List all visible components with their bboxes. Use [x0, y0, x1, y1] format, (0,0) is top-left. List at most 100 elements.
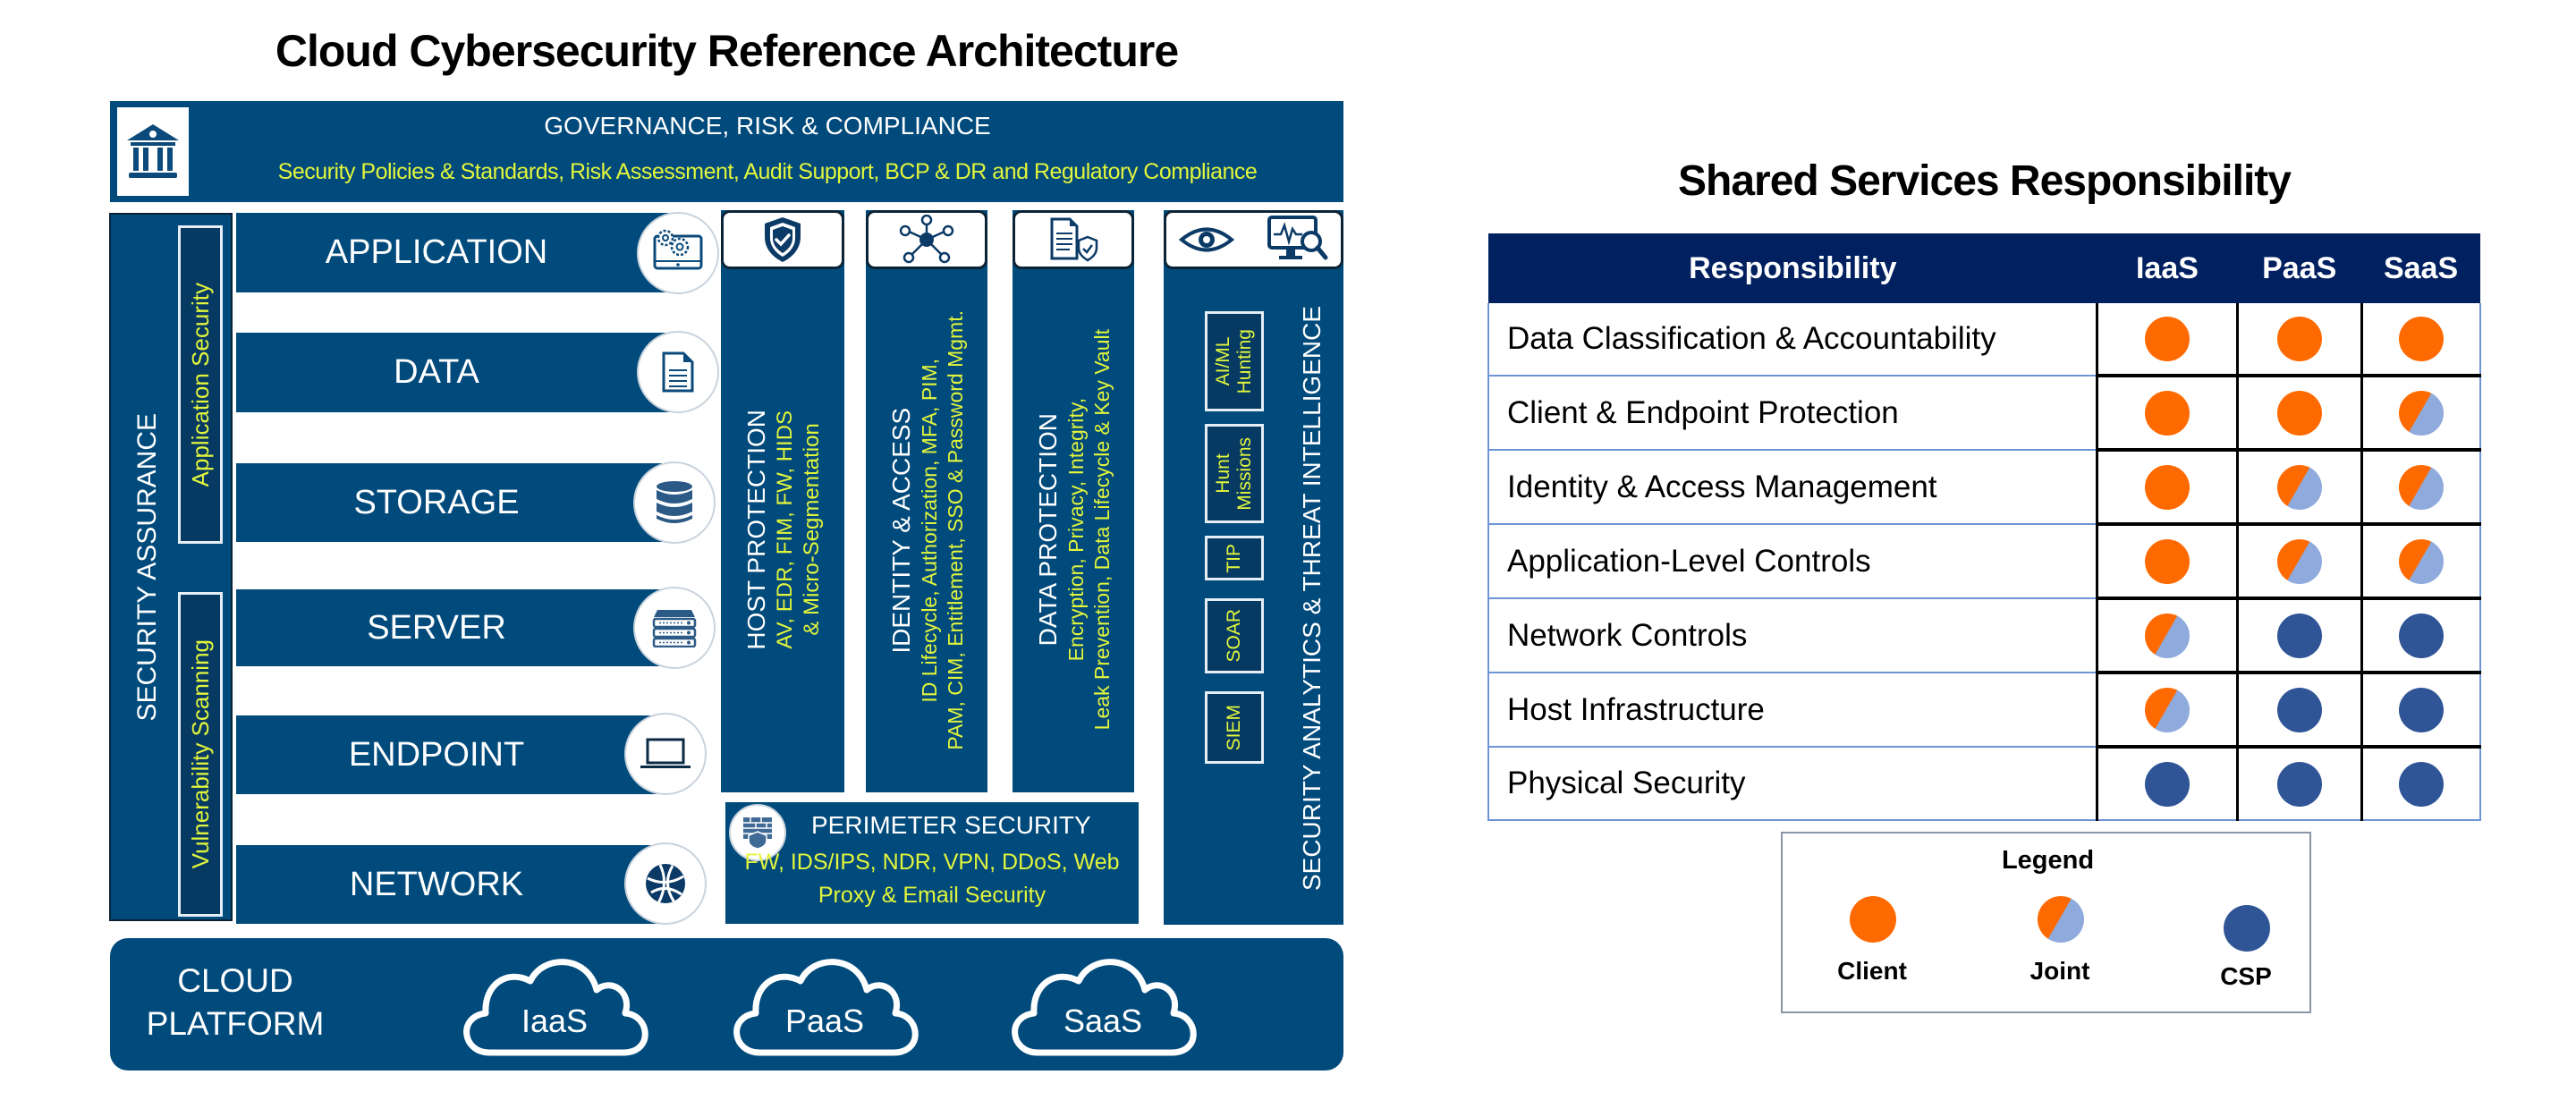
layer-icon-server	[633, 587, 716, 669]
identity-access-column: IDENTITY & ACCESS ID Lifecycle, Authoriz…	[866, 210, 987, 792]
application-security-box: Application Security	[178, 225, 223, 544]
table-row: Data Classification & Accountability	[1487, 303, 2481, 377]
responsibility-dot-joint	[2398, 538, 2444, 584]
monitor-search-icon	[1267, 216, 1327, 260]
table-row: Application-Level Controls	[1487, 524, 2481, 600]
responsibility-dot-csp	[2144, 761, 2190, 807]
layer-storage: STORAGE	[236, 463, 673, 542]
server-rack-icon	[652, 610, 697, 647]
analytics-item-line: AI/ML	[1212, 336, 1233, 386]
responsibility-dot-csp	[2276, 687, 2322, 732]
security-analytics-title: SECURITY ANALYTICS & THREAT INTELLIGENCE	[1298, 306, 1326, 892]
layer-icon-application	[637, 212, 719, 294]
responsibility-dot-joint	[2276, 464, 2322, 510]
layer-icon-data	[637, 331, 719, 413]
security-assurance-title: SECURITY ASSURANCE	[132, 412, 162, 722]
data-protection-title: DATA PROTECTION	[1033, 413, 1062, 647]
identity-access-icon-box	[866, 210, 987, 269]
laptop-icon	[640, 738, 691, 768]
responsibility-cell-saas	[2360, 376, 2481, 452]
header-iaas: IaaS	[2097, 233, 2238, 303]
host-protection-icon-box	[721, 210, 844, 269]
legend-dot-csp	[2224, 905, 2270, 952]
host-protection-line-2: & Micro-Segmentation	[799, 423, 824, 637]
analytics-item-line: TIP	[1224, 543, 1244, 573]
row-label: Network Controls	[1487, 598, 2097, 673]
responsibility-dot-client	[2398, 316, 2444, 361]
host-protection-line-1: AV, EDR, FIM, FW, HIDS	[772, 410, 797, 649]
document-shield-icon	[1050, 217, 1098, 262]
data-protection-line-1: Encryption, Privacy, Integrity,	[1063, 398, 1088, 662]
analytics-item-line: Hunt	[1212, 453, 1233, 494]
cloud-platform-title-line-2: PLATFORM	[146, 1005, 325, 1043]
responsibility-cell-saas	[2360, 747, 2481, 821]
firewall-icon	[743, 817, 772, 850]
legend-dot-client	[1850, 896, 1896, 943]
layer-application: APPLICATION	[236, 213, 673, 292]
responsibility-cell-iaas	[2096, 303, 2238, 377]
host-protection-column: HOST PROTECTION AV, EDR, FIM, FW, HIDS &…	[721, 210, 844, 792]
row-label: Physical Security	[1487, 747, 2097, 821]
perimeter-title: PERIMETER SECURITY	[811, 811, 1091, 839]
table-row: Client & Endpoint Protection	[1487, 376, 2481, 452]
responsibility-dot-joint	[2144, 613, 2190, 658]
header-saas: SaaS	[2361, 233, 2480, 303]
responsibility-cell-paas	[2235, 376, 2362, 452]
responsibility-cell-paas	[2235, 524, 2362, 600]
responsibility-dot-client	[2144, 538, 2190, 584]
table-row: Host Infrastructure	[1487, 673, 2481, 749]
responsibility-cell-iaas	[2096, 747, 2238, 821]
identity-access-line-2: PAM, CIM, Entitlement, SSO & Password Mg…	[943, 309, 967, 750]
layer-label: SERVER	[367, 608, 506, 647]
cloud-saas: SaaS	[1002, 951, 1204, 1062]
layer-label: ENDPOINT	[348, 735, 525, 774]
security-assurance-panel: SECURITY ASSURANCE Application Security …	[109, 213, 233, 921]
legend-dot-joint	[2038, 896, 2084, 943]
gears-monitor-icon	[653, 229, 703, 270]
application-security-label: Application Security	[186, 282, 214, 487]
host-protection-title: HOST PROTECTION	[741, 410, 770, 650]
responsibility-cell-paas	[2235, 450, 2362, 526]
responsibility-cell-iaas	[2096, 450, 2238, 526]
cloud-label-paas: PaaS	[784, 1003, 865, 1039]
perimeter-security-panel: PERIMETER SECURITY FW, IDS/IPS, NDR, VPN…	[725, 802, 1139, 924]
legend-box: Legend Client Joint CSP	[1781, 832, 2311, 1013]
cloud-platform-panel: CLOUD PLATFORM IaaS PaaS SaaS	[110, 938, 1343, 1070]
bank-building-icon	[127, 123, 179, 178]
row-label: Host Infrastructure	[1487, 673, 2097, 748]
legend-label-csp: CSP	[2220, 962, 2272, 990]
responsibility-cell-saas	[2360, 524, 2481, 600]
responsibility-cell-paas	[2235, 303, 2362, 377]
responsibility-dot-joint	[2398, 464, 2444, 510]
cloud-label-saas: SaaS	[1063, 1003, 1143, 1039]
layer-icon-network	[624, 842, 707, 925]
responsibility-dot-csp	[2398, 687, 2444, 732]
table-row: Network Controls	[1487, 598, 2481, 674]
layer-label: STORAGE	[353, 483, 520, 521]
security-analytics-icon-box	[1164, 210, 1343, 269]
legend-item-client: Client	[1827, 893, 1917, 991]
responsibility-cell-iaas	[2096, 598, 2238, 674]
data-protection-icon-box	[1013, 210, 1134, 269]
responsibility-dot-joint	[2144, 687, 2190, 732]
table-row: Physical Security	[1487, 747, 2481, 821]
analytics-item-soar: SOAR	[1205, 598, 1264, 673]
identity-access-title: IDENTITY & ACCESS	[886, 407, 915, 653]
vulnerability-scanning-box: Vulnerability Scanning	[178, 592, 223, 917]
responsibility-dot-csp	[2398, 613, 2444, 658]
layer-icon-storage	[633, 461, 716, 544]
responsibility-cell-saas	[2360, 673, 2481, 749]
shield-check-icon	[765, 217, 801, 262]
table-header-row: Responsibility IaaS PaaS SaaS	[1488, 233, 2480, 303]
analytics-item-tip: TIP	[1205, 536, 1264, 580]
responsibility-dot-csp	[2276, 613, 2322, 658]
cloud-paas: PaaS	[724, 951, 926, 1062]
row-label: Client & Endpoint Protection	[1487, 376, 2097, 451]
cloud-label-iaas: IaaS	[521, 1003, 589, 1039]
analytics-item-hunt-missions: Hunt Missions	[1205, 424, 1264, 523]
layer-label: DATA	[394, 353, 479, 391]
legend-label-joint: Joint	[2029, 957, 2090, 985]
security-analytics-panel: AI/ML Hunting Hunt Missions TIP SOAR SIE…	[1164, 210, 1343, 925]
layer-endpoint: ENDPOINT	[236, 715, 673, 794]
responsibility-dot-joint	[2276, 538, 2322, 584]
